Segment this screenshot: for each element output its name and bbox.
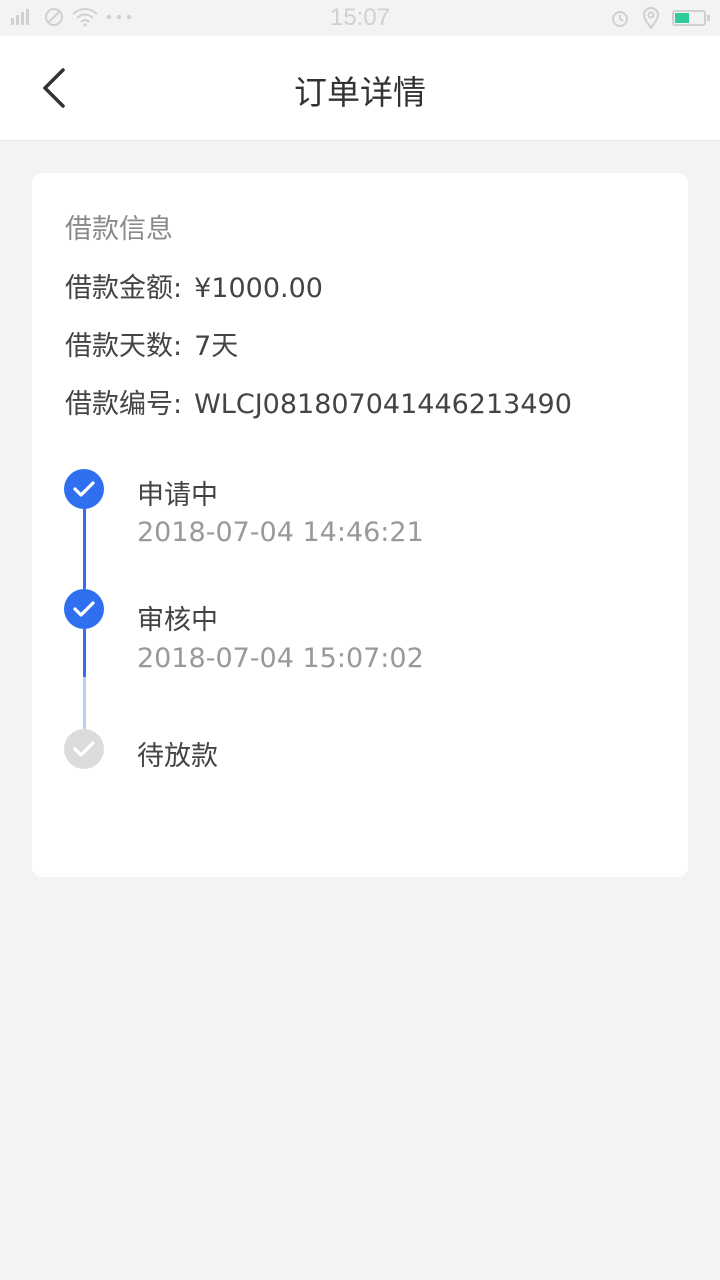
loan-days-value: 7天 — [194, 331, 239, 362]
step-label: 待放款 — [137, 741, 218, 772]
loan-days-label: 借款天数: — [65, 331, 183, 362]
battery-level — [675, 13, 689, 23]
loan-days-row: 借款天数: 7天 — [65, 324, 238, 363]
step-pending-icon — [64, 729, 104, 769]
location-icon — [642, 7, 660, 29]
checkmark-icon — [73, 741, 95, 757]
loan-amount-value: ¥1000.00 — [194, 273, 323, 304]
loan-number-label: 借款编号: — [65, 389, 183, 420]
step-time: 2018-07-04 15:07:02 — [137, 643, 424, 674]
timeline-connector — [83, 509, 86, 589]
loan-info-title: 借款信息 — [65, 214, 173, 245]
battery-icon — [672, 10, 710, 26]
loan-amount-row: 借款金额: ¥1000.00 — [65, 266, 323, 305]
timeline-connector-pending — [83, 677, 86, 729]
navigation-bar: 订单详情 — [0, 36, 720, 141]
loan-number-row: 借款编号: WLCJ081807041446213490 — [65, 382, 572, 421]
order-detail-card: 借款信息 借款金额: ¥1000.00 借款天数: 7天 借款编号: WLCJ0818… — [32, 173, 688, 877]
alarm-icon — [612, 11, 628, 27]
status-right-icons — [610, 7, 710, 29]
timeline-connector — [83, 629, 86, 677]
step-done-icon — [64, 469, 104, 509]
loan-number-value: WLCJ081807041446213490 — [194, 389, 572, 420]
checkmark-icon — [73, 481, 95, 497]
step-done-icon — [64, 589, 104, 629]
checkmark-icon — [73, 601, 95, 617]
page-title: 订单详情 — [294, 73, 426, 112]
step-label: 审核中 — [137, 605, 218, 636]
step-label: 申请中 — [137, 480, 218, 511]
loan-amount-label: 借款金额: — [65, 273, 183, 304]
status-bar: 15:07 — [0, 0, 720, 36]
step-time: 2018-07-04 14:46:21 — [137, 517, 424, 548]
